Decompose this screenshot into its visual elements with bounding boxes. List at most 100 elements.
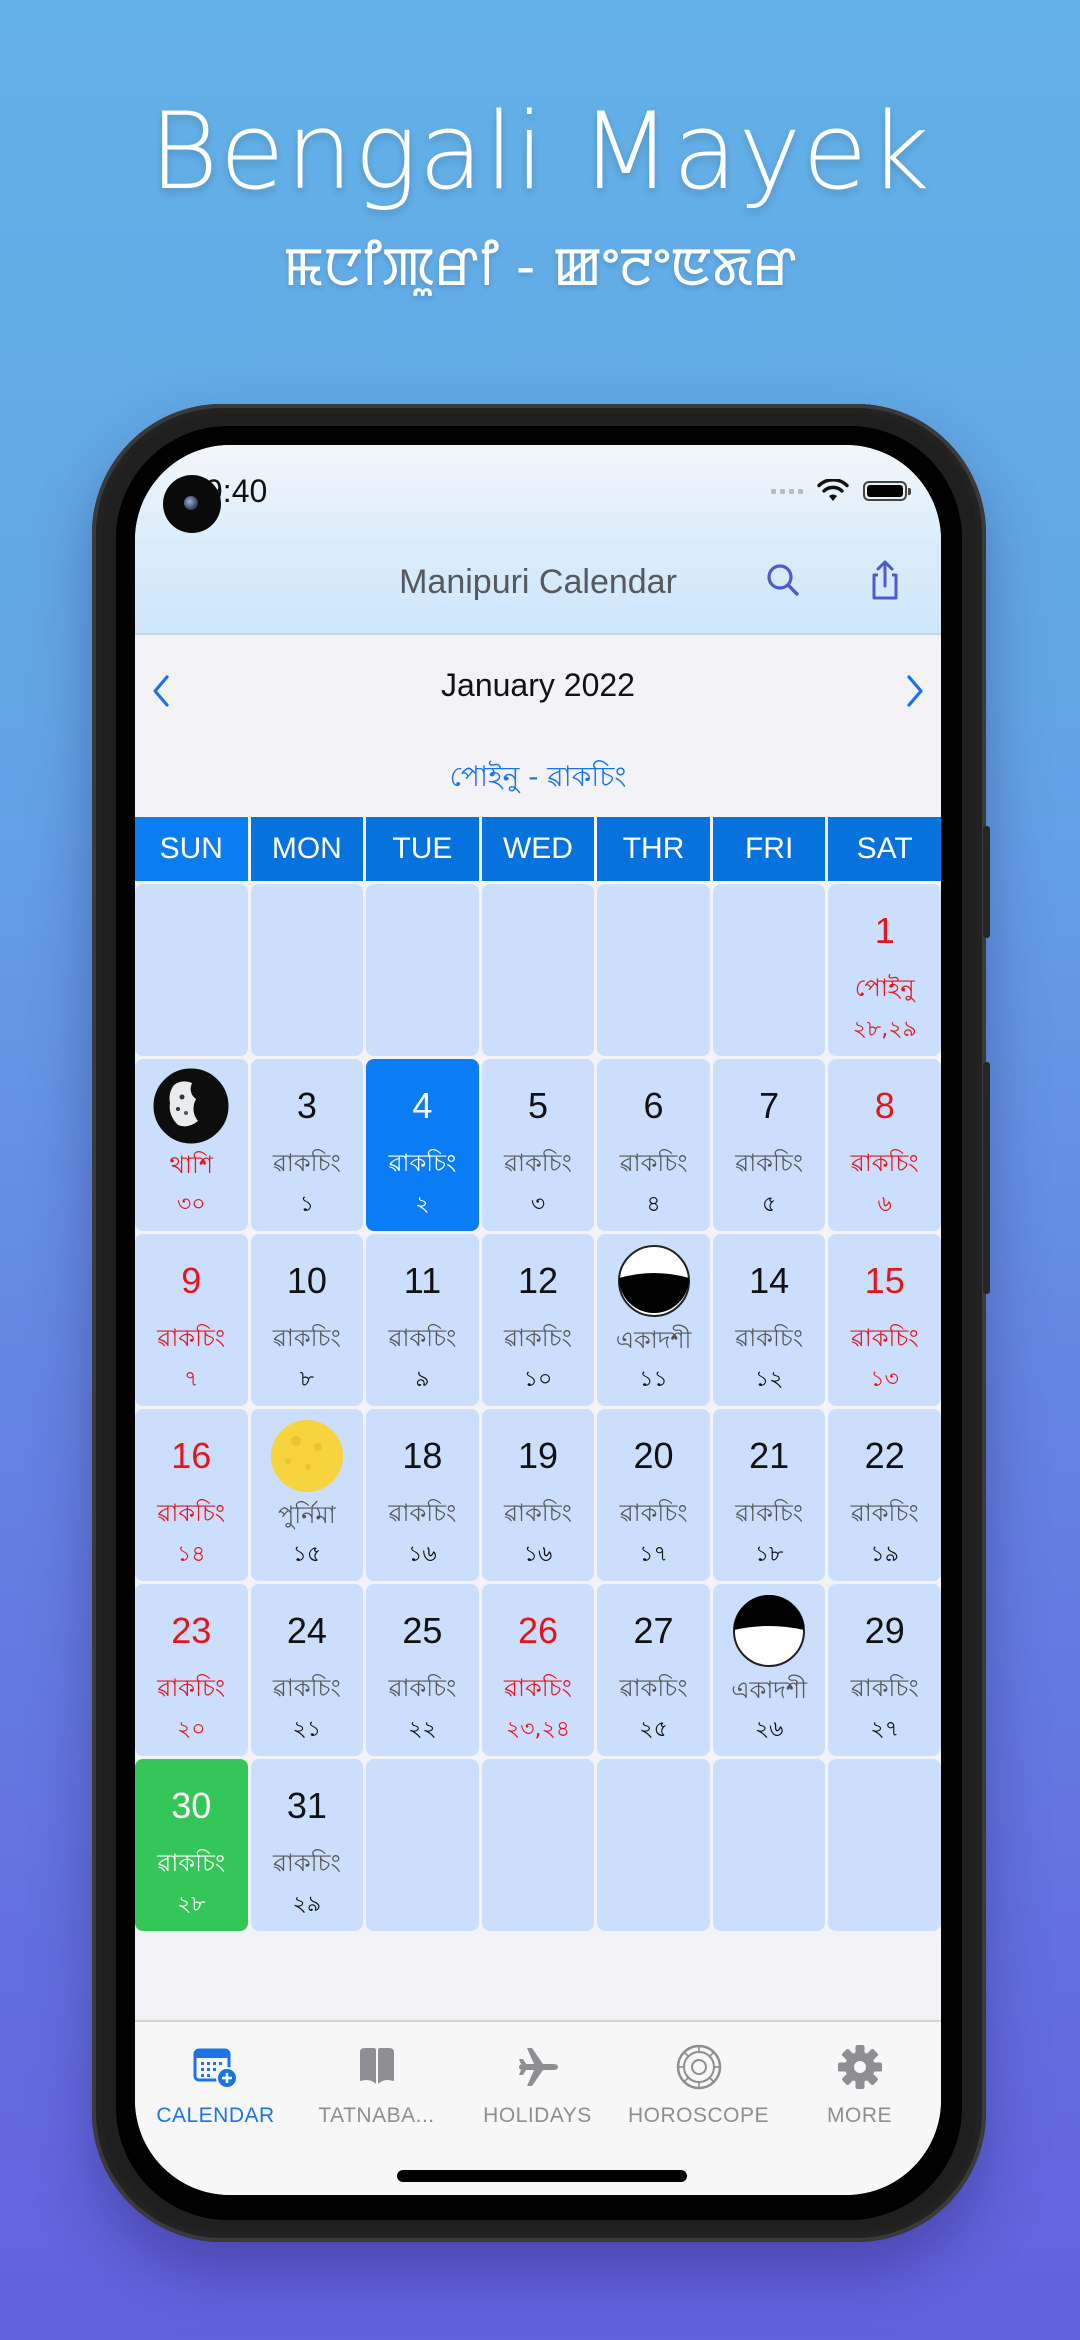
day-number: 6 — [643, 1085, 664, 1126]
day-cell[interactable]: পুর্নিমা ১৫ — [250, 1409, 364, 1581]
day-cell[interactable]: 12 ৱাকচিং ১০ — [481, 1234, 595, 1406]
lunar-month-label: ৱাকচিং — [272, 1324, 341, 1352]
lunar-month-label: ৱাকচিং — [504, 1324, 572, 1352]
lunar-month-label: ৱাকচিং — [850, 1149, 919, 1177]
promo-subtitle: ꯃꯅꯤꯄꯨꯔꯤ - ꯀꯦꯂꯦꯟꯗꯔ — [283, 235, 797, 298]
book-icon — [359, 2048, 394, 2084]
search-icon[interactable] — [760, 557, 808, 605]
day-cell[interactable]: 7 ৱাকচিং ৫ — [712, 1059, 826, 1231]
share-icon[interactable] — [861, 557, 909, 605]
day-cell[interactable]: 29 ৱাকচিং ২৭ — [828, 1584, 941, 1756]
tab-tatnaba[interactable]: TATNABA... — [296, 2022, 457, 2142]
day-cell[interactable]: 6 ৱাকচিং ৪ — [597, 1059, 710, 1231]
lunar-month-label: ৱাকচিং — [619, 1499, 688, 1527]
day-cell[interactable]: 30 ৱাকচিং ২৮ — [135, 1759, 248, 1931]
day-number: 16 — [171, 1435, 212, 1476]
day-cell[interactable]: 10 ৱাকচিং ৮ — [250, 1234, 364, 1406]
tab-horoscope[interactable]: HOROSCOPE — [618, 2022, 779, 2142]
day-cell[interactable]: 1 পোইনু ২৮,২৯ — [828, 884, 941, 1056]
lunar-month-label: ৱাকচিং — [504, 1149, 572, 1177]
weekday-label: MON — [250, 817, 364, 881]
day-number: 11 — [403, 1260, 442, 1301]
weekday-label: FRI — [712, 817, 826, 881]
empty-day-cell — [597, 1759, 710, 1931]
lunar-month-label: থাশি — [169, 1151, 214, 1179]
lunar-month-label: ৱাকচিং — [388, 1499, 457, 1527]
day-cell[interactable]: 21 ৱাকচিং ১৮ — [712, 1409, 826, 1581]
lunar-day-number: ১৯ — [870, 1542, 899, 1567]
empty-day-cell — [712, 884, 826, 1056]
lunar-day-number: ১৬ — [523, 1542, 553, 1567]
day-number: 23 — [171, 1610, 212, 1651]
day-cell[interactable]: 26 ৱাকচিং ২৩,২৪ — [481, 1584, 595, 1756]
day-cell[interactable]: 20 ৱাকচিং ১৭ — [597, 1409, 710, 1581]
tab-label: CALENDAR — [156, 2104, 275, 2127]
day-number: 4 — [412, 1085, 433, 1126]
lunar-month-label: পুর্নিমা — [277, 1501, 336, 1529]
tab-holidays[interactable]: HOLIDAYS — [457, 2022, 618, 2142]
day-cell[interactable]: একাদশী ১১ — [597, 1234, 710, 1406]
day-cell[interactable]: 25 ৱাকচিং ২২ — [366, 1584, 479, 1756]
day-cell[interactable]: 16 ৱাকচিং ১৪ — [135, 1409, 248, 1581]
day-cell[interactable]: 14 ৱাকচিং ১২ — [712, 1234, 826, 1406]
day-number: 10 — [286, 1260, 327, 1301]
calendar-add-icon — [193, 2048, 238, 2089]
weekday-label: TUE — [366, 817, 479, 881]
lunar-day-number: ১০ — [523, 1367, 553, 1392]
tab-more[interactable]: MORE — [779, 2022, 940, 2142]
day-cell[interactable]: 15 ৱাকচিং ১৩ — [828, 1234, 941, 1406]
wifi-icon — [817, 479, 849, 501]
day-cell[interactable]: 18 ৱাকচিং ১৬ — [366, 1409, 479, 1581]
lunar-month-label: ৱাকচিং — [388, 1324, 457, 1352]
day-cell[interactable]: 4 ৱাকচিং ২ — [366, 1059, 479, 1231]
day-cell[interactable]: 22 ৱাকচিং ১৯ — [828, 1409, 941, 1581]
day-number: 22 — [864, 1435, 905, 1476]
day-cell[interactable]: 9 ৱাকচিং ৭ — [135, 1234, 248, 1406]
front-camera — [163, 475, 221, 533]
day-cell[interactable]: 5 ৱাকচিং ৩ — [481, 1059, 595, 1231]
lunar-month-label: ৱাকচিং — [157, 1324, 226, 1352]
empty-day-cell — [250, 884, 364, 1056]
lunar-day-number: ২৭ — [870, 1717, 899, 1742]
day-number: 3 — [296, 1085, 317, 1126]
day-cell[interactable]: 11 ৱাকচিং ৯ — [366, 1234, 479, 1406]
day-cell[interactable]: 8 ৱাকচিং ৬ — [828, 1059, 941, 1231]
day-cell[interactable]: 23 ৱাকচিং ২০ — [135, 1584, 248, 1756]
lunar-day-number: ৪ — [646, 1192, 661, 1217]
lunar-month-label: ৱাকচিং — [272, 1149, 341, 1177]
day-cell[interactable]: 3 ৱাকচিং ১ — [250, 1059, 364, 1231]
day-number: 5 — [527, 1085, 548, 1126]
airplane-icon — [518, 2048, 558, 2086]
zodiac-wheel-icon — [676, 2044, 721, 2090]
calendar-grid: 1 পোইনু ২৮,২৯ থাশি ৩০ 3 ৱাকচিং ১ 4 ৱাকচিং ২ 5 ৱাকচিং… — [135, 884, 941, 1931]
day-cell[interactable]: 24 ৱাকচিং ২১ — [250, 1584, 364, 1756]
day-number: 19 — [517, 1435, 559, 1476]
tab-calendar[interactable]: CALENDAR — [135, 2022, 296, 2142]
battery-icon — [863, 481, 911, 501]
day-number: 26 — [517, 1610, 559, 1651]
day-cell[interactable]: থাশি ৩০ — [135, 1059, 248, 1231]
day-cell[interactable]: একাদশী ২৬ — [712, 1584, 826, 1756]
lunar-day-number: ২ — [415, 1192, 430, 1217]
home-indicator[interactable] — [397, 2170, 687, 2182]
day-number: 24 — [286, 1610, 327, 1651]
lunar-month-label: ৱাকচিং — [735, 1324, 804, 1352]
tab-bar: CALENDAR TATNABA... HOLIDAYS HOROSCOPE M… — [135, 2020, 941, 2195]
day-number: 15 — [864, 1260, 905, 1301]
lunar-month-label: ৱাকচিং — [504, 1499, 572, 1527]
empty-day-cell — [481, 1759, 595, 1931]
weekday-label: WED — [481, 817, 595, 881]
month-title: January 2022 — [441, 667, 635, 703]
lunar-day-number: ২৬ — [754, 1717, 784, 1742]
day-cell[interactable]: 27 ৱাকচিং ২৫ — [597, 1584, 710, 1756]
day-cell[interactable]: 31 ৱাকচিং ২৯ — [250, 1759, 364, 1931]
lunar-day-number: ২৫ — [639, 1717, 668, 1742]
lunar-month-label: একাদশী — [731, 1676, 807, 1704]
tab-label: HOLIDAYS — [483, 2104, 592, 2127]
next-month-arrow-icon[interactable] — [893, 669, 933, 713]
lunar-month-label: ৱাকচিং — [504, 1674, 572, 1702]
lunar-day-number: ২৮ — [176, 1892, 206, 1917]
day-cell[interactable]: 19 ৱাকচিং ১৬ — [481, 1409, 595, 1581]
lunar-month-label: ৱাকচিং — [157, 1849, 226, 1877]
lunar-month-label: ৱাকচিং — [735, 1499, 804, 1527]
